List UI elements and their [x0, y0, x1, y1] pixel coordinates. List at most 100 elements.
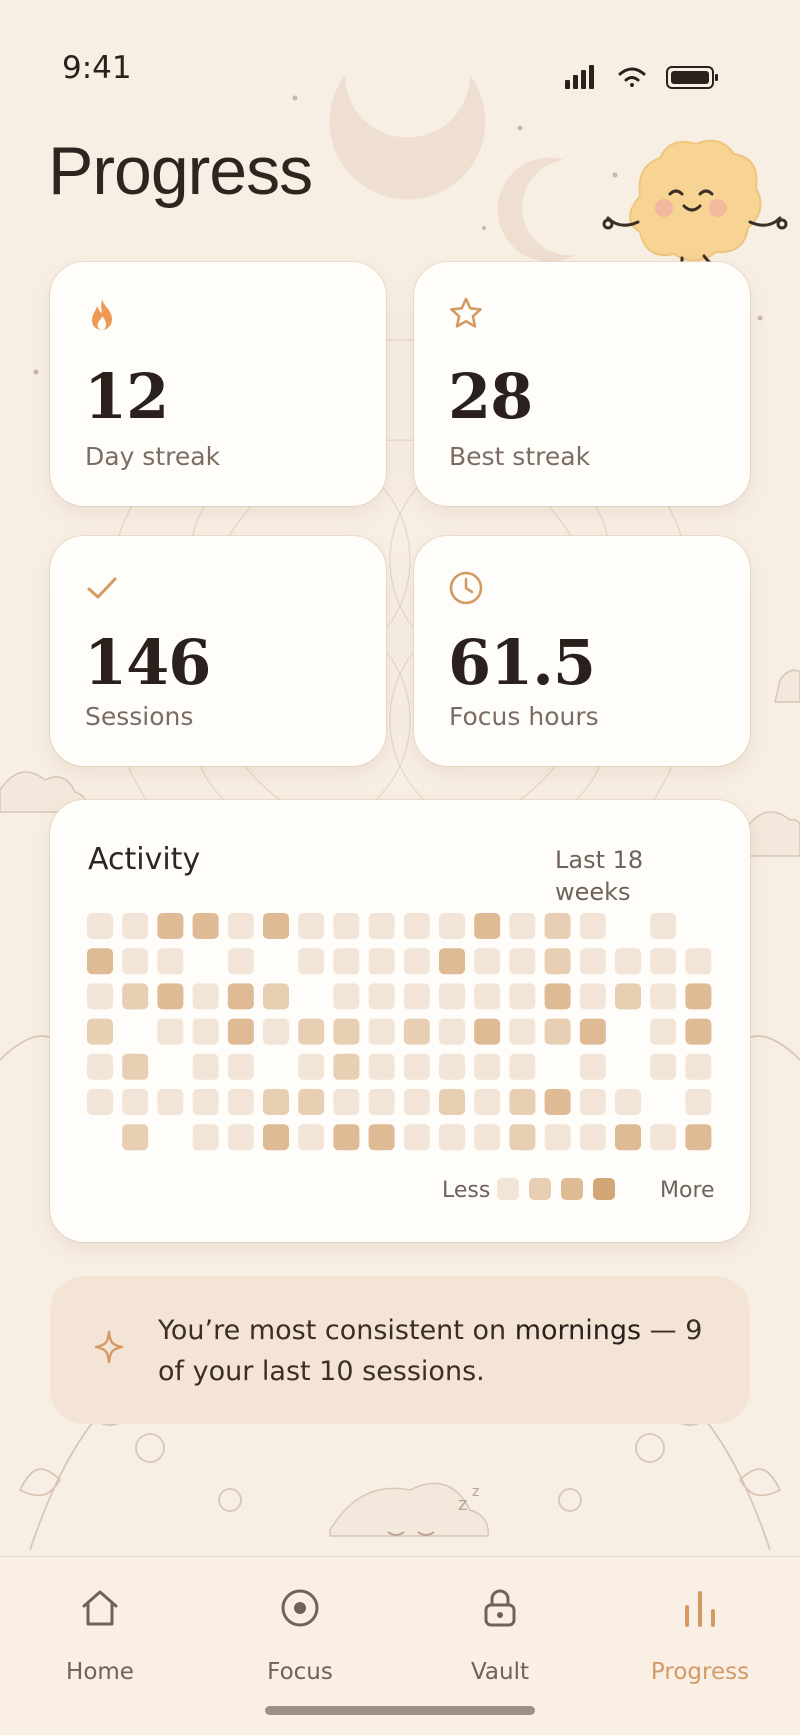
heatmap-cell [615, 948, 641, 975]
heatmap-cell [87, 913, 113, 939]
stat-value: 61.5 [448, 626, 596, 699]
heatmap-cell [474, 983, 501, 1010]
page-title: Progress [48, 133, 313, 209]
heatmap-cell [685, 1018, 712, 1045]
tab-label: Vault [470, 1659, 530, 1685]
home-indicator [265, 1706, 535, 1715]
signal-icon [565, 65, 594, 89]
heatmap-cell [298, 913, 325, 939]
heatmap-cell [579, 1053, 606, 1080]
heatmap-cell [474, 1089, 501, 1115]
heatmap-cell [298, 1089, 325, 1115]
heatmap-cell [263, 913, 289, 939]
heatmap-cell [368, 1018, 395, 1045]
tab-label: Progress [650, 1659, 750, 1685]
heatmap-cell [474, 1018, 501, 1045]
heatmap-cell [439, 1089, 465, 1115]
tab-home[interactable]: Home [15, 1557, 185, 1697]
stat-card-sessions[interactable]: 146 Sessions [50, 536, 386, 766]
heatmap-cell [192, 1053, 219, 1080]
heatmap-cell [298, 948, 325, 975]
heatmap-cell [298, 1124, 325, 1151]
heatmap-cell [263, 1124, 289, 1151]
status-bar: 9:41 [0, 0, 800, 120]
heatmap-cell [403, 948, 430, 975]
heatmap-cell [650, 1018, 677, 1045]
heatmap-cell [368, 1053, 395, 1080]
heatmap-cell [403, 913, 430, 939]
heatmap-cell [544, 1018, 571, 1045]
heatmap-cell [87, 1089, 113, 1115]
heatmap-cell [227, 913, 254, 939]
stat-label: Best streak [449, 442, 591, 471]
stat-card-day-streak[interactable]: 12 Day streak [50, 262, 386, 506]
heatmap-cell [263, 1018, 289, 1045]
heatmap-cell [579, 1018, 606, 1045]
insight-text-before: You’re most consistent on [158, 1315, 515, 1346]
heatmap-cell [474, 913, 501, 939]
heatmap-cell [579, 1124, 606, 1151]
heatmap-cell [298, 1018, 325, 1045]
heatmap-cell [157, 1018, 184, 1045]
tab-label: Home [66, 1659, 134, 1685]
heatmap-cell [333, 1018, 360, 1045]
heatmap-cell [650, 913, 677, 939]
bar-chart-icon [685, 1591, 715, 1627]
heatmap-cell [227, 983, 254, 1010]
heatmap-cell [544, 1124, 571, 1151]
activity-heatmap [87, 913, 712, 1151]
heatmap-cell [509, 913, 536, 939]
heatmap-cell [192, 913, 219, 939]
focus-icon [281, 1589, 319, 1627]
battery-icon [666, 66, 718, 89]
heatmap-cell [122, 913, 149, 939]
heatmap-cell [333, 1124, 360, 1151]
heatmap-cell [650, 1124, 677, 1151]
heatmap-cell [192, 1124, 219, 1151]
heatmap-cell [439, 948, 465, 975]
status-icons [565, 65, 718, 89]
insight-text: You’re most consistent on mornings — 9 o… [158, 1310, 718, 1392]
stat-card-best-streak[interactable]: 28 Best streak [414, 262, 750, 506]
tab-vault[interactable]: Vault [415, 1557, 585, 1697]
stat-value: 146 [84, 626, 211, 699]
heatmap-cell [685, 1053, 712, 1080]
wifi-icon [618, 67, 646, 87]
heatmap-cell [509, 1089, 536, 1115]
heatmap-cell [192, 1089, 219, 1115]
heatmap-cell [263, 983, 289, 1010]
heatmap-cell [227, 1089, 254, 1115]
svg-text:z: z [458, 1494, 467, 1515]
heatmap-cell [439, 1053, 465, 1080]
heatmap-cell [368, 948, 395, 975]
legend-level-3 [561, 1178, 583, 1200]
heatmap-cell [615, 1089, 641, 1115]
heatmap-cell [122, 1053, 149, 1080]
heatmap-cell [192, 1018, 219, 1045]
tab-progress[interactable]: Progress [615, 1557, 785, 1697]
heatmap-cell [579, 948, 606, 975]
heatmap-cell [87, 948, 113, 975]
heatmap-cell [227, 1124, 254, 1151]
heatmap-cell [650, 1053, 677, 1080]
heatmap-cell [685, 948, 712, 975]
heatmap-cell [439, 983, 465, 1010]
legend-less-label: Less [442, 1178, 491, 1203]
stat-card-focus-hours[interactable]: 61.5 Focus hours [414, 536, 750, 766]
heatmap-cell [439, 1018, 465, 1045]
heatmap-cell [403, 1089, 430, 1115]
tab-focus[interactable]: Focus [215, 1557, 385, 1697]
heatmap-cell [157, 983, 184, 1010]
heatmap-cell [87, 1018, 113, 1045]
heatmap-cell [474, 1053, 501, 1080]
heatmap-cell [122, 983, 149, 1010]
heatmap-cell [298, 1053, 325, 1080]
heatmap-cell [368, 913, 395, 939]
tab-label: Focus [267, 1659, 333, 1685]
heatmap-cell [509, 948, 536, 975]
heatmap-cell [122, 948, 149, 975]
heatmap-cell [122, 1089, 149, 1115]
lock-icon [484, 1589, 516, 1627]
legend-more-label: More [660, 1178, 715, 1203]
heatmap-cell [403, 1053, 430, 1080]
